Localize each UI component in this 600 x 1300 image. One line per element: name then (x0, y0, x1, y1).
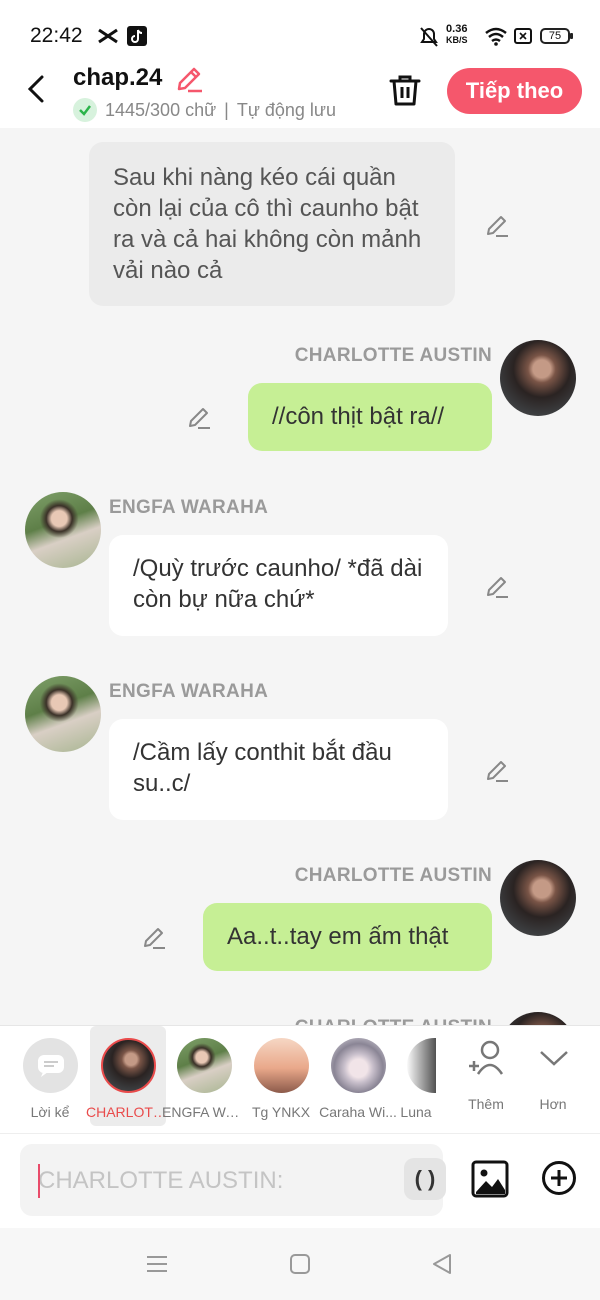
battery-indicator: 75 (540, 28, 573, 44)
character-tg[interactable]: Tg YNKX (243, 1026, 319, 1126)
bell-muted-icon (420, 27, 438, 47)
avatar (500, 860, 576, 936)
chapter-title[interactable]: chap.24 (73, 64, 162, 92)
next-button[interactable]: Tiếp theo (447, 68, 582, 114)
back-triangle-icon[interactable] (430, 1252, 454, 1276)
net-speed-value: 0.36 (446, 23, 468, 35)
edit-pencil-icon[interactable] (141, 924, 167, 950)
message-bubble-left[interactable]: /Quỳ trước caunho/ *đã dài còn bự nữa ch… (109, 535, 448, 636)
avatar (500, 1012, 576, 1025)
narration-bubble[interactable]: Sau khi nàng kéo cái quần còn lại của cô… (89, 142, 455, 306)
speaker-name: CHARLOTTE AUSTIN (294, 345, 492, 366)
edit-pencil-icon[interactable] (484, 573, 510, 599)
tiktok-icon (127, 26, 147, 46)
character-charlotte[interactable]: CHARLOTTE AUSTIN (86, 1026, 170, 1126)
avatar (25, 492, 101, 568)
input-placeholder: CHARLOTTE AUSTIN: (38, 1167, 284, 1194)
autosave-label: Tự động lưu (236, 99, 336, 120)
avatar (177, 1038, 232, 1093)
composer: CHARLOTTE AUSTIN: ( ) (0, 1133, 600, 1228)
text-caret (38, 1164, 40, 1198)
word-count: 1445/300 chữ (105, 99, 217, 120)
edit-pencil-icon[interactable] (484, 757, 510, 783)
character-label: Hơn (539, 1096, 567, 1112)
avatar (331, 1038, 386, 1093)
edit-pencil-icon[interactable] (186, 404, 212, 430)
message-input[interactable]: CHARLOTTE AUSTIN: ( ) (20, 1144, 446, 1216)
avatar (101, 1038, 156, 1093)
chevron-down-icon (540, 1051, 568, 1066)
message-bubble-right[interactable]: //côn thịt bật ra// (248, 383, 492, 451)
character-label: Lời kể (30, 1104, 70, 1120)
character-narrator[interactable]: Lời kể (12, 1026, 88, 1126)
avatar (407, 1038, 436, 1093)
character-label: Caraha Wi... (319, 1104, 397, 1120)
avatar (500, 340, 576, 416)
character-label: CHARLOTTE AUSTIN (86, 1104, 170, 1120)
speaker-name: ENGFA WARAHA (109, 497, 269, 518)
home-icon[interactable] (289, 1253, 311, 1275)
net-speed-unit: KB/S (446, 35, 468, 45)
speaker-name: CHARLOTTE AUSTIN (295, 1017, 492, 1025)
message-bubble-left[interactable]: /Cầm lấy conthit bắt đầu su..c/ (109, 719, 448, 820)
character-selector: Lời kể CHARLOTTE AUSTIN ENGFA WARAHA Tg … (0, 1025, 600, 1133)
character-luna[interactable]: Luna (396, 1026, 436, 1126)
edit-title-icon[interactable] (174, 64, 204, 94)
plus-circle-icon[interactable] (541, 1160, 577, 1196)
image-icon[interactable] (471, 1160, 509, 1198)
status-bar: 22:42 0.36 KB/S 75 (0, 0, 600, 60)
narration-icon (23, 1038, 78, 1093)
character-label: Tg YNKX (251, 1104, 311, 1120)
net-speed: 0.36 KB/S (446, 24, 468, 46)
avatar (25, 676, 101, 752)
avatar (254, 1038, 309, 1093)
screen-cast-icon (514, 28, 532, 44)
status-time: 22:42 (30, 24, 83, 47)
wifi-icon (485, 27, 507, 46)
system-nav-bar (0, 1228, 600, 1300)
character-engfa[interactable]: ENGFA WARAHA (162, 1026, 246, 1126)
capcut-icon (98, 28, 118, 44)
edit-pencil-icon[interactable] (484, 212, 510, 238)
menu-icon[interactable] (146, 1254, 168, 1274)
app-root: 22:42 0.36 KB/S 75 chap.24 1445/300 chữ … (0, 0, 600, 1300)
trash-icon[interactable] (388, 73, 422, 107)
back-arrow-icon[interactable] (22, 74, 52, 104)
add-person-icon (469, 1040, 504, 1075)
speaker-name: ENGFA WARAHA (109, 681, 269, 702)
character-label: Luna (400, 1104, 432, 1120)
check-icon (73, 98, 97, 122)
more-button[interactable]: Hơn (515, 1026, 591, 1126)
editor-header: chap.24 1445/300 chữ | Tự động lưu Tiếp … (0, 60, 600, 128)
character-caraha[interactable]: Caraha Wi... (319, 1026, 397, 1126)
meta-separator: | (224, 99, 229, 120)
chat-area[interactable]: Sau khi nàng kéo cái quần còn lại của cô… (0, 128, 600, 1025)
message-bubble-right[interactable]: Aa..t..tay em ấm thật (203, 903, 492, 971)
action-paren-button[interactable]: ( ) (404, 1158, 446, 1200)
speaker-name: CHARLOTTE AUSTIN (294, 865, 492, 886)
character-label: ENGFA WARAHA (162, 1104, 246, 1120)
save-status: 1445/300 chữ | Tự động lưu (73, 98, 336, 122)
